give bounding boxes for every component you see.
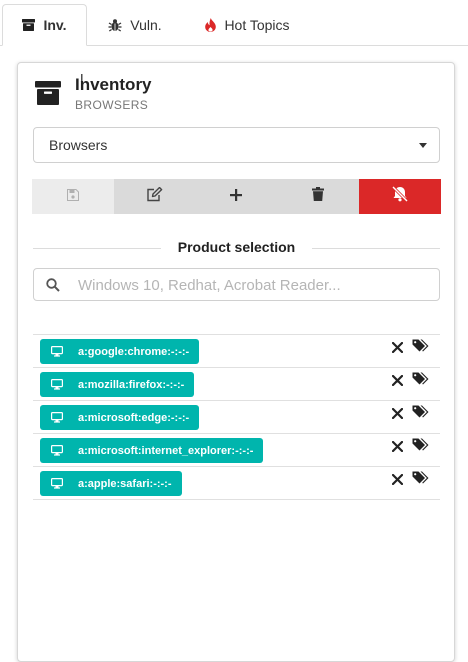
search-icon [46,278,60,297]
page-title: Inventory [75,75,152,94]
tags-button[interactable] [412,405,430,424]
tags-icon [412,438,429,451]
close-icon [391,407,404,420]
plus-icon [230,188,243,206]
bell-slash-icon [391,185,409,207]
product-search [33,268,440,301]
product-cpe: a:mozilla:firefox:-:-:- [78,378,185,391]
product-row: a:apple:safari:-:-:- [33,467,440,500]
edit-icon [146,186,163,207]
desktop-icon [51,346,63,357]
save-icon [66,188,79,206]
tab-label: Hot Topics [224,17,290,33]
delete-button[interactable] [277,179,360,214]
product-row: a:mozilla:firefox:-:-:- [33,368,440,401]
archive-icon [22,19,36,31]
tags-icon [412,471,429,484]
product-cpe: a:google:chrome:-:-:- [78,345,190,358]
desktop-icon [51,445,63,456]
product-chip[interactable]: a:microsoft:internet_explorer:-:-:- [40,438,264,463]
archive-icon [35,81,61,110]
desktop-icon [51,412,63,423]
product-row: a:microsoft:internet_explorer:-:-:- [33,434,440,467]
inventory-panel: I Inventory BROWSERS Browsers Product se… [17,62,455,662]
tags-icon [412,339,429,352]
tags-button[interactable] [412,372,430,391]
product-chip[interactable]: a:microsoft:edge:-:-:- [40,405,200,430]
tab-label: Vuln. [130,17,162,33]
remove-product-button[interactable] [391,472,404,490]
product-cpe: a:microsoft:internet_explorer:-:-:- [78,444,254,457]
desktop-icon [51,379,63,390]
bug-icon [108,18,122,32]
tab-inventory[interactable]: Inv. [2,4,87,46]
tab-bar: Inv. Vuln. Hot Topics [0,0,468,46]
tab-label: Inv. [43,17,67,33]
save-button[interactable] [32,179,114,214]
tags-button[interactable] [412,438,430,457]
close-icon [391,374,404,387]
product-row: a:microsoft:edge:-:-:- [33,401,440,434]
remove-product-button[interactable] [391,439,404,457]
tab-vulnerabilities[interactable]: Vuln. [99,4,171,46]
product-row: a:google:chrome:-:-:- [33,335,440,368]
desktop-icon [51,478,63,489]
remove-product-button[interactable] [391,406,404,424]
search-input[interactable] [76,272,431,298]
add-button[interactable] [195,179,278,214]
close-icon [391,473,404,486]
product-cpe: a:apple:safari:-:-:- [78,477,172,490]
inventory-select[interactable]: Browsers [33,127,440,163]
fire-icon [205,18,217,32]
close-icon [391,440,404,453]
edit-button[interactable] [113,179,196,214]
section-heading: Product selection [177,239,296,255]
page-subtitle: BROWSERS [75,98,149,112]
tags-button[interactable] [412,339,430,358]
inventory-toolbar [32,179,441,214]
caret-down-icon [419,143,427,148]
inventory-select-value: Browsers [49,137,108,153]
product-cpe: a:microsoft:edge:-:-:- [78,411,190,424]
divider-line [312,248,440,249]
product-selection-divider: Product selection [33,239,440,259]
trash-icon [312,187,325,206]
remove-product-button[interactable] [391,373,404,391]
product-chip[interactable]: a:google:chrome:-:-:- [40,339,200,364]
close-icon [391,341,404,354]
product-list: a:google:chrome:-:-:- a:mozilla:firefox:-… [33,334,440,500]
tags-icon [412,372,429,385]
tab-hot-topics[interactable]: Hot Topics [195,4,300,46]
product-chip[interactable]: a:mozilla:firefox:-:-:- [40,372,195,397]
remove-product-button[interactable] [391,340,404,358]
mute-alerts-button[interactable] [359,179,441,214]
tags-icon [412,405,429,418]
product-chip[interactable]: a:apple:safari:-:-:- [40,471,182,496]
tags-button[interactable] [412,471,430,490]
